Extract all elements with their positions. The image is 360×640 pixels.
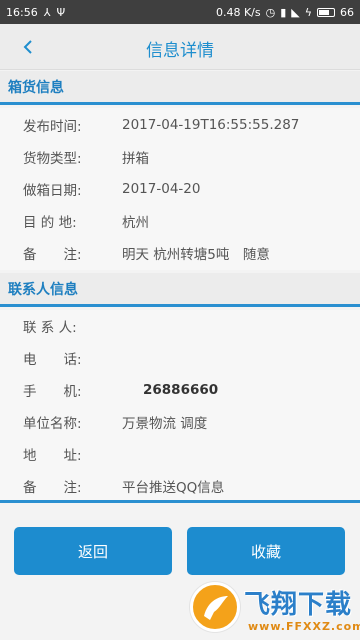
charging-icon: ϟ: [304, 5, 312, 19]
field-label: 做箱日期:: [23, 183, 82, 199]
cargo-section-header: 箱货信息: [0, 71, 360, 105]
field-label: 手 机:: [23, 384, 82, 400]
field-label: 发布时间:: [23, 119, 82, 135]
field-label: 电 话:: [23, 352, 82, 368]
usb-icon: Ψ: [56, 5, 66, 19]
list-item: 手 机: 26886660: [0, 378, 360, 402]
list-item: 发布时间: 2017-04-19T16:55:55.287: [0, 113, 360, 137]
field-value: 拼箱: [122, 151, 149, 167]
share-icon: ⅄: [43, 5, 51, 19]
battery-icon: [317, 7, 335, 17]
watermark-brand: 飞翔下载: [244, 590, 353, 620]
list-item: 地 址:: [0, 442, 360, 466]
field-label: 联 系 人:: [23, 320, 77, 336]
battery-level: 66: [340, 5, 354, 19]
mobile-number[interactable]: 26886660: [143, 382, 218, 398]
list-item: 联 系 人:: [0, 314, 360, 338]
logo-icon: [190, 582, 240, 632]
cargo-section-title: 箱货信息: [8, 79, 64, 96]
wifi-icon: ◣: [291, 5, 300, 19]
field-label: 目 的 地:: [23, 215, 77, 231]
cargo-info-list: 发布时间: 2017-04-19T16:55:55.287 货物类型: 拼箱 做…: [0, 108, 360, 270]
field-value: 万景物流 调度: [122, 416, 208, 432]
field-value: 平台推送QQ信息: [122, 480, 225, 496]
clock: 16:56: [6, 5, 38, 19]
alarm-icon: ◷: [265, 5, 276, 19]
field-value: 2017-04-20: [122, 181, 201, 197]
watermark-logo: 飞翔下载 www.FFXXZ.com: [190, 578, 360, 638]
list-item: 货物类型: 拼箱: [0, 145, 360, 169]
signal-icon: ▮: [280, 5, 287, 19]
watermark-url: www.FFXXZ.com: [248, 620, 360, 633]
field-label: 备 注:: [23, 247, 82, 263]
list-item: 备 注: 平台推送QQ信息: [0, 474, 360, 498]
list-item: 目 的 地: 杭州: [0, 209, 360, 233]
status-bar: 16:56 ⅄ Ψ 0.48 K/s ◷ ▮ ◣ ϟ 66: [0, 0, 360, 24]
field-label: 地 址:: [23, 448, 82, 464]
page-title: 信息详情: [146, 41, 214, 61]
field-label: 单位名称:: [23, 416, 82, 432]
nav-bar: 信息详情: [0, 24, 360, 70]
list-item: 备 注: 明天 杭州转塘5吨 随意: [0, 241, 360, 265]
network-speed: 0.48 K/s: [215, 5, 261, 19]
contact-section-header: 联系人信息: [0, 273, 360, 307]
list-item: 做箱日期: 2017-04-20: [0, 177, 360, 201]
contact-section-title: 联系人信息: [8, 281, 78, 298]
list-item: 电 话:: [0, 346, 360, 370]
contact-info-list: 联 系 人: 电 话: 手 机: 26886660 单位名称: 万景物流 调度 …: [0, 310, 360, 500]
list-item: 单位名称: 万景物流 调度: [0, 410, 360, 434]
section-divider: [0, 500, 360, 503]
field-value: 明天 杭州转塘5吨 随意: [122, 247, 270, 263]
back-button[interactable]: 返回: [14, 527, 172, 575]
field-value: 2017-04-19T16:55:55.287: [122, 117, 300, 133]
favorite-button[interactable]: 收藏: [187, 527, 345, 575]
field-label: 货物类型:: [23, 151, 82, 167]
field-label: 备 注:: [23, 480, 82, 496]
field-value: 杭州: [122, 215, 149, 231]
